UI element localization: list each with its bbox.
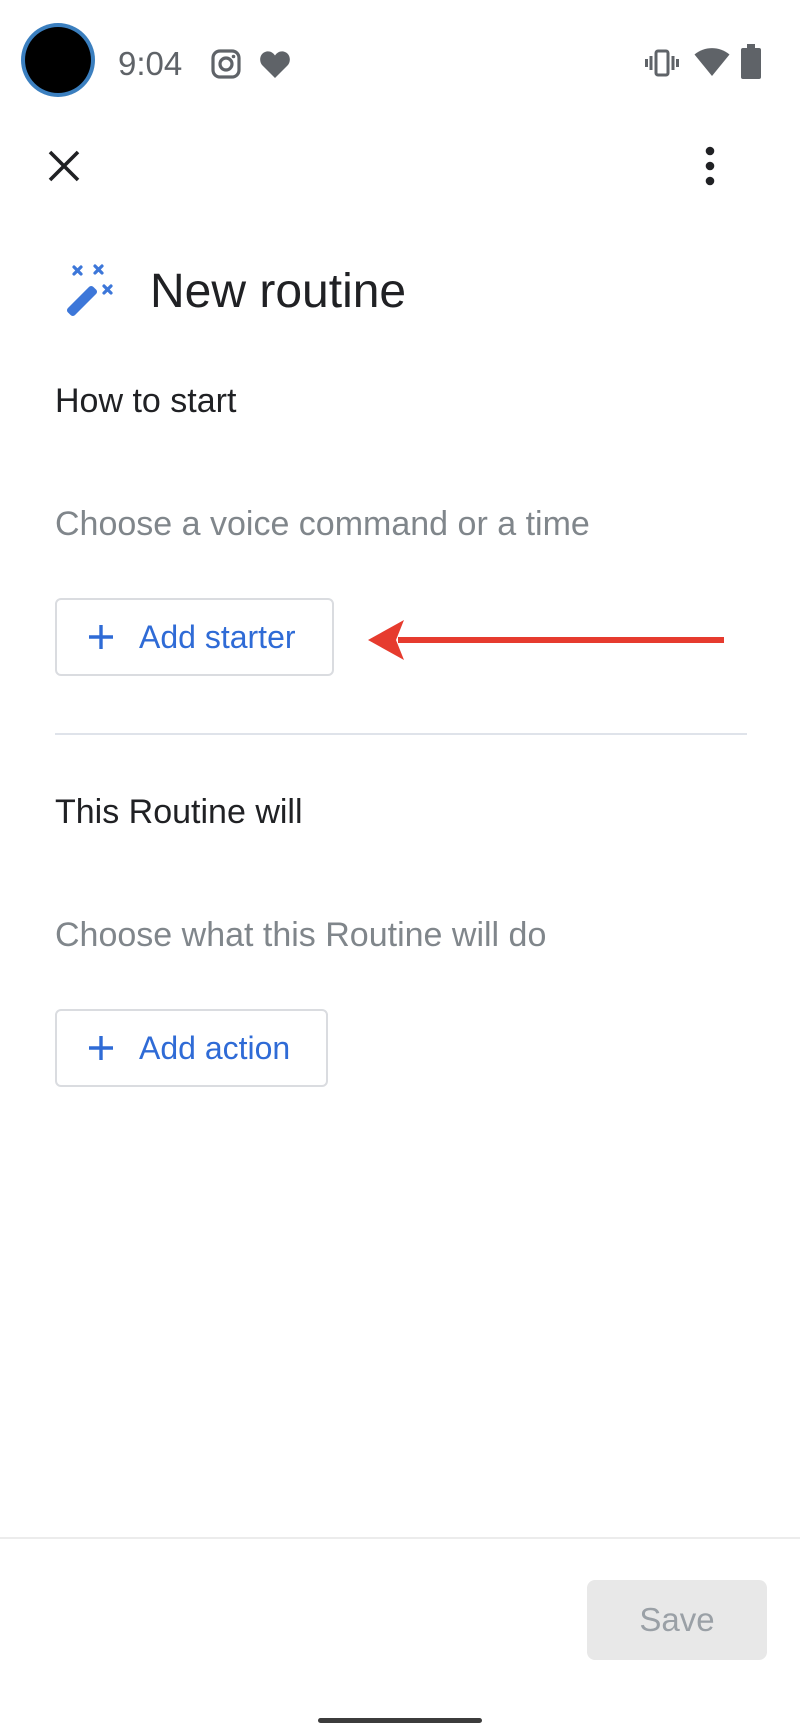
starter-section-hint: Choose a voice command or a time [55,505,590,543]
close-button[interactable] [36,138,92,194]
add-starter-button[interactable]: Add starter [55,598,334,676]
add-action-button[interactable]: Add action [55,1009,329,1087]
avatar [25,27,91,93]
section-divider [55,733,747,735]
starter-section-heading: How to start [55,382,237,420]
instagram-icon [211,49,241,79]
status-time: 9:04 [118,45,183,82]
action-section-hint: Choose what this Routine will do [55,916,547,954]
heart-icon [260,51,290,78]
plus-icon [89,625,113,649]
vibrate-icon [645,49,679,77]
page-title: New routine [150,265,407,318]
add-action-label: Add action [139,1030,291,1066]
home-indicator[interactable] [318,1718,482,1723]
more-vert-icon [705,146,715,186]
annotation-arrow-icon [368,620,724,660]
plus-icon [89,1036,113,1060]
more-options-button[interactable] [682,138,738,194]
close-icon [48,150,80,182]
save-button[interactable]: Save [587,1580,767,1660]
battery-icon [741,44,761,79]
wifi-icon [694,48,730,76]
status-bar: 9:04 [0,0,800,130]
magic-wand-icon [66,264,113,317]
action-section-heading: This Routine will [55,793,303,831]
add-starter-label: Add starter [139,619,296,655]
